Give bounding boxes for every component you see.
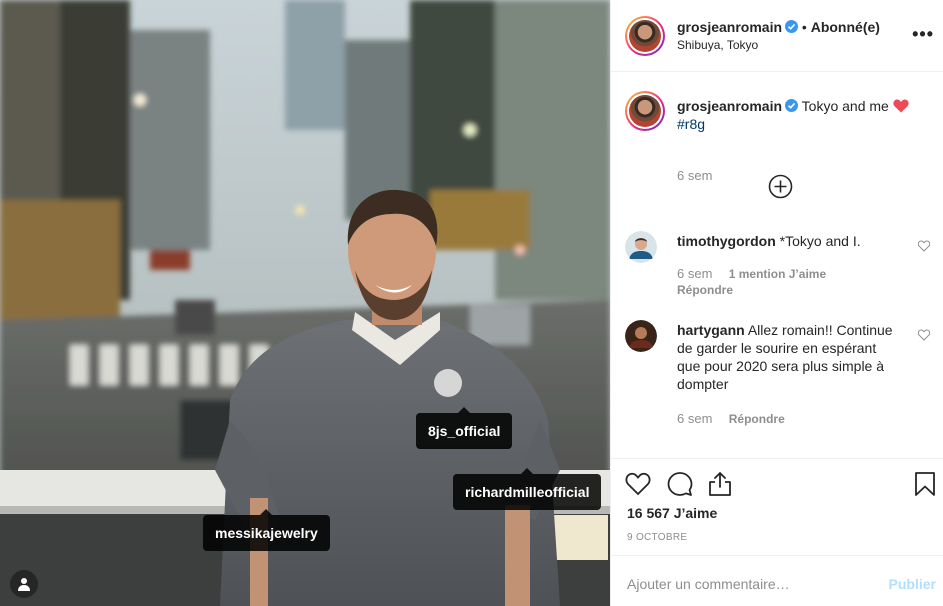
comment-body: *Tokyo and I. <box>779 233 861 249</box>
comment-like-icon[interactable] <box>918 240 930 252</box>
comment-input[interactable] <box>627 576 867 592</box>
photo-tag[interactable]: richardmilleofficial <box>453 468 602 510</box>
publish-button[interactable]: Publier <box>889 576 936 592</box>
caption-body: Tokyo and me <box>801 98 889 114</box>
more-options-button[interactable]: ••• <box>912 24 934 45</box>
load-more-comments-icon[interactable] <box>768 174 793 199</box>
caption-hashtag[interactable]: #r8g <box>677 116 705 132</box>
caption-username[interactable]: grosjeanromain <box>677 98 782 114</box>
comment-meta: 6 sem 1 mention J’aime <box>677 266 826 281</box>
photo-tag[interactable]: 8js_official <box>416 407 513 449</box>
comment-meta: 6 sem Répondre <box>677 411 785 426</box>
header-line: grosjeanromain • Abonné(e) <box>677 19 880 35</box>
photo-tag[interactable]: messikajewelry <box>203 509 330 551</box>
comment-username[interactable]: hartygann <box>677 322 745 338</box>
comment-like-icon[interactable] <box>918 329 930 341</box>
post-header: grosjeanromain • Abonné(e) Shibuya, Toky… <box>611 0 943 72</box>
post-side-panel: grosjeanromain • Abonné(e) Shibuya, Toky… <box>610 0 943 606</box>
verified-badge-icon <box>785 20 799 33</box>
comment-avatar[interactable] <box>625 320 657 352</box>
user-tags-icon <box>18 578 30 591</box>
comment-like-count[interactable]: 1 mention J’aime <box>729 267 826 281</box>
verified-badge-icon <box>785 99 799 112</box>
follow-status-button[interactable]: Abonné(e) <box>811 19 880 35</box>
comments-section[interactable]: grosjeanromain Tokyo and me #r8g 6 sem t… <box>611 73 943 457</box>
heart-emoji-icon <box>893 99 909 113</box>
comment-time[interactable]: 6 sem <box>677 266 712 281</box>
location-link[interactable]: Shibuya, Tokyo <box>677 38 758 52</box>
instagram-post: 8js_official richardmilleofficial messik… <box>0 0 943 606</box>
author-username[interactable]: grosjeanromain <box>677 19 782 35</box>
header-separator: • <box>801 19 807 35</box>
comment-text: timothygordon *Tokyo and I. <box>677 232 902 250</box>
comment-item: hartygann Allez romain!! Continue de gar… <box>625 320 930 430</box>
user-tags-button[interactable] <box>10 570 38 598</box>
action-bar: 16 567 J’aime 9 OCTOBRE <box>611 458 943 554</box>
comment-avatar[interactable] <box>625 231 657 263</box>
caption-avatar[interactable] <box>625 91 665 131</box>
comment-username[interactable]: timothygordon <box>677 233 776 249</box>
comment-text: hartygann Allez romain!! Continue de gar… <box>677 321 902 393</box>
reply-button[interactable]: Répondre <box>677 283 733 297</box>
post-photo[interactable]: 8js_official richardmilleofficial messik… <box>0 0 610 606</box>
reply-button[interactable]: Répondre <box>729 412 785 426</box>
caption-text: grosjeanromain Tokyo and me #r8g <box>677 97 927 133</box>
comment-time[interactable]: 6 sem <box>677 411 712 426</box>
comment-icon[interactable] <box>667 471 693 497</box>
share-icon[interactable] <box>707 471 733 497</box>
comment-item: timothygordon *Tokyo and I. 6 sem 1 ment… <box>625 231 930 301</box>
caption-time[interactable]: 6 sem <box>677 168 712 183</box>
save-icon[interactable] <box>912 471 938 497</box>
author-avatar[interactable] <box>625 16 665 56</box>
add-comment-bar: Publier <box>611 555 943 606</box>
like-count[interactable]: 16 567 J’aime <box>627 505 717 521</box>
post-date[interactable]: 9 OCTOBRE <box>627 532 687 543</box>
like-icon[interactable] <box>625 471 651 497</box>
